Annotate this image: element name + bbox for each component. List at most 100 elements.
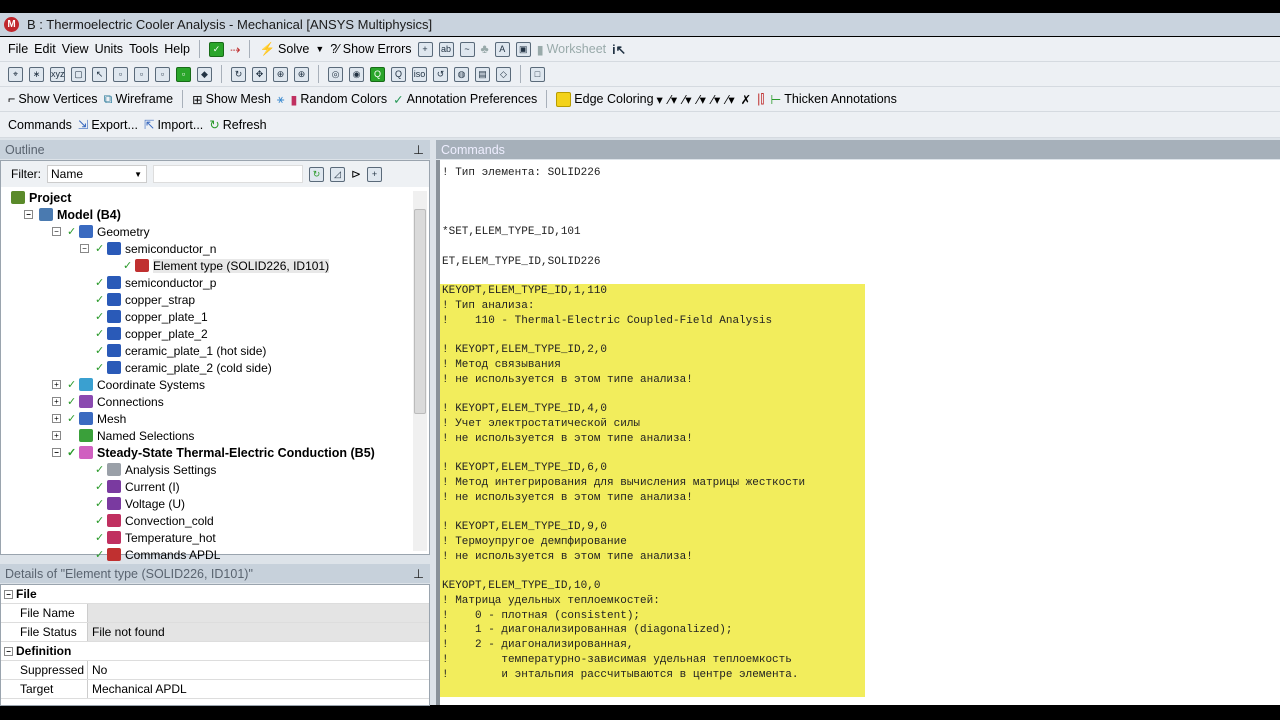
edge-style-5-icon[interactable]: ⁄▾ [726, 92, 734, 107]
collapse-icon[interactable]: − [80, 244, 89, 253]
show-mesh-button[interactable]: ⊞ Show Mesh [192, 92, 271, 107]
details-value[interactable]: Mechanical APDL [88, 680, 429, 698]
filter-tree-icon[interactable]: ⊳ [351, 167, 361, 181]
coordinates-icon[interactable]: xyz [50, 66, 65, 82]
edge-width-icon[interactable]: |⫿ [757, 92, 764, 107]
tree-item[interactable]: ✓ Element type (SOLID226, ID101) [1, 257, 429, 274]
commands-editor[interactable]: ! Тип элемента: SOLID226 *SET,ELEM_TYPE_I… [436, 160, 1280, 705]
select-node-icon[interactable]: ∗ [29, 66, 44, 82]
solve-dropdown-icon[interactable]: ▼ [315, 44, 324, 54]
tree-item[interactable]: ✓ copper_plate_1 [1, 308, 429, 325]
collapse-icon[interactable]: − [1, 585, 16, 603]
pin-icon[interactable]: ⊥ [413, 142, 424, 157]
tree-item[interactable]: − ✓ Geometry [1, 223, 429, 240]
worksheet-button[interactable]: ▮ Worksheet [537, 42, 606, 57]
tree-item[interactable]: ✓ Convection_cold [1, 512, 429, 529]
wireframe-button[interactable]: ⧉ Wireframe [104, 92, 174, 107]
tree-item[interactable]: Project [1, 189, 429, 206]
tree-item[interactable]: ✓ semiconductor_p [1, 274, 429, 291]
pin-edge-icon[interactable]: ✗ [741, 92, 751, 107]
text-icon[interactable]: A [494, 41, 510, 57]
label-icon[interactable]: ab [438, 41, 454, 57]
select-point-icon[interactable]: ⌖ [8, 66, 23, 82]
menu-edit[interactable]: Edit [34, 42, 56, 56]
viewport-icon[interactable]: □ [530, 66, 545, 82]
magnifier-icon[interactable]: Q [391, 66, 406, 82]
edge-style-3-icon[interactable]: ⁄▾ [698, 92, 706, 107]
edge-select-icon[interactable]: ▫ [134, 66, 149, 82]
previous-view-icon[interactable]: ↺ [433, 66, 448, 82]
details-category[interactable]: − Definition [1, 642, 429, 661]
zoom-icon[interactable]: ⊕ [273, 66, 288, 82]
chart-icon[interactable]: ~ [459, 41, 475, 57]
show-vertices-button[interactable]: ⌐ Show Vertices [8, 92, 98, 106]
details-value[interactable]: No [88, 661, 429, 679]
tag-icon[interactable]: ◇ [496, 66, 511, 82]
iso-view-icon[interactable]: iso [412, 66, 427, 82]
export-button[interactable]: ⇲ Export... [78, 117, 138, 133]
refresh-button[interactable]: ↻ Refresh [209, 117, 266, 133]
face-select-icon[interactable]: ▫ [155, 66, 170, 82]
tree-action-icon[interactable]: ⇢ [230, 42, 240, 57]
show-errors-button[interactable]: ?⁄ Show Errors [330, 42, 411, 56]
image-icon[interactable]: ▣ [515, 41, 531, 57]
pin-icon[interactable]: ⊥ [413, 566, 424, 581]
tree-item[interactable]: ✓ copper_strap [1, 291, 429, 308]
pointer-icon[interactable]: ↖ [92, 66, 107, 82]
menu-help[interactable]: Help [164, 42, 190, 56]
filter-input[interactable] [153, 165, 303, 183]
tree-item[interactable]: ✓ Current (I) [1, 478, 429, 495]
details-value[interactable] [88, 604, 429, 622]
ruler-icon[interactable]: ▤ [475, 66, 490, 82]
vertex-select-icon[interactable]: ▫ [113, 66, 128, 82]
camera-icon[interactable]: ◍ [454, 66, 469, 82]
details-row[interactable]: File Name [1, 604, 429, 623]
details-row[interactable]: File Status File not found [1, 623, 429, 642]
tree-item[interactable]: ✓ Analysis Settings [1, 461, 429, 478]
tree-item[interactable]: ✓ Temperature_hot [1, 529, 429, 546]
menu-view[interactable]: View [62, 42, 89, 56]
edge-coloring-button[interactable]: Edge Coloring ▾ [556, 91, 663, 107]
edge-style-2-icon[interactable]: ⁄▾ [683, 92, 691, 107]
solve-button[interactable]: ⚡ Solve [259, 42, 309, 57]
tree-item[interactable]: ✓ Voltage (U) [1, 495, 429, 512]
details-category[interactable]: − File [1, 585, 429, 604]
expand-icon[interactable]: + [52, 380, 61, 389]
tree-item[interactable]: + ✓ Coordinate Systems [1, 376, 429, 393]
expand-all-icon[interactable]: + [367, 166, 383, 182]
filter-select[interactable]: Name ▼ [47, 165, 147, 183]
outline-scrollbar[interactable] [413, 191, 427, 551]
details-row[interactable]: Suppressed No [1, 661, 429, 680]
tree-item[interactable]: − ✓ Steady-State Thermal-Electric Conducti… [1, 444, 429, 461]
random-colors-button[interactable]: ▮ Random Colors [290, 92, 387, 107]
rotate-icon[interactable]: ↻ [231, 66, 246, 82]
tree-item[interactable]: − ✓ semiconductor_n [1, 240, 429, 257]
tree-item[interactable]: + ✓ Mesh [1, 410, 429, 427]
expand-icon[interactable]: + [52, 414, 61, 423]
tree-item[interactable]: ✓ ceramic_plate_2 (cold side) [1, 359, 429, 376]
body-select-icon[interactable]: ▫ [176, 66, 191, 82]
zoom-in-icon[interactable]: ⊕ [294, 66, 309, 82]
context-help-icon[interactable]: i↖ [612, 42, 626, 57]
expand-icon[interactable]: + [52, 431, 61, 440]
thicken-annotations-button[interactable]: ⊢ Thicken Annotations [770, 92, 896, 107]
collapse-icon[interactable]: − [52, 448, 61, 457]
scrollbar-thumb[interactable] [414, 209, 426, 414]
tree-item[interactable]: ✓ Commands APDL [1, 546, 429, 563]
collapse-icon[interactable]: − [1, 642, 16, 660]
insert-icon[interactable]: + [417, 41, 433, 57]
select-mode-icon[interactable]: ▢ [71, 66, 86, 82]
collapse-icon[interactable]: − [24, 210, 33, 219]
details-row[interactable]: Target Mechanical APDL [1, 680, 429, 699]
import-button[interactable]: ⇱ Import... [144, 117, 203, 133]
edge-style-4-icon[interactable]: ⁄▾ [712, 92, 720, 107]
check-icon[interactable]: ✓ [208, 41, 224, 57]
tree-item[interactable]: + ✓ Connections [1, 393, 429, 410]
probe-icon[interactable]: ♣ [481, 42, 489, 56]
extend-selection-icon[interactable]: ◆ [197, 66, 212, 82]
axes-icon[interactable]: ⚹ [277, 92, 285, 107]
tree-item[interactable]: − Model (B4) [1, 206, 429, 223]
menu-units[interactable]: Units [95, 42, 123, 56]
annotation-preferences-button[interactable]: ✓ Annotation Preferences [393, 92, 537, 107]
collapse-icon[interactable]: − [52, 227, 61, 236]
